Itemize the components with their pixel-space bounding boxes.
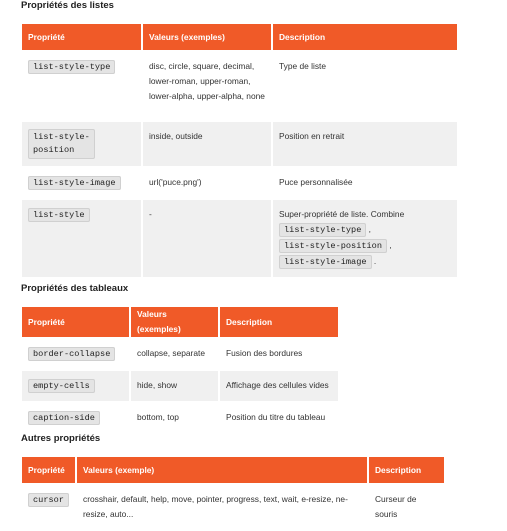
- table-row: list-style - Super-propriété de liste. C…: [22, 200, 457, 277]
- column-header-values: Valeurs (exemples): [131, 307, 218, 337]
- separator: ,: [387, 240, 392, 250]
- column-header-description: Description: [220, 307, 338, 337]
- column-header-values: Valeurs (exemples): [143, 24, 271, 50]
- property-cell: caption-side: [22, 403, 129, 433]
- tables-properties-table: Propriété Valeurs (exemples) Description…: [20, 305, 340, 435]
- column-header-description: Description: [273, 24, 457, 50]
- lists-properties-table: Propriété Valeurs (exemples) Description…: [20, 22, 459, 279]
- values-cell: crosshair, default, help, move, pointer,…: [77, 485, 367, 529]
- section-title-other: Autres propriétés: [21, 433, 101, 444]
- column-header-property: Propriété: [22, 24, 141, 50]
- table-row: list-style-image url('puce.png') Puce pe…: [22, 168, 457, 198]
- property-code: caption-side: [28, 411, 100, 425]
- values-cell: url('puce.png'): [143, 168, 271, 198]
- property-code: list-style-image: [279, 255, 372, 269]
- property-cell: cursor: [22, 485, 75, 529]
- property-code: cursor: [28, 493, 69, 507]
- values-cell: bottom, top: [131, 403, 218, 433]
- table-row: empty-cells hide, show Affichage des cel…: [22, 371, 338, 401]
- property-cell: list-style-image: [22, 168, 141, 198]
- column-header-property: Propriété: [22, 457, 75, 483]
- table-row: list-style-position inside, outside Posi…: [22, 122, 457, 166]
- column-header-values: Valeurs (exemple): [77, 457, 367, 483]
- column-header-property: Propriété: [22, 307, 129, 337]
- other-properties-table: Propriété Valeurs (exemple) Description …: [20, 455, 446, 531]
- section-title-tables: Propriétés des tableaux: [21, 283, 129, 294]
- table-row: caption-side bottom, top Position du tit…: [22, 403, 338, 433]
- table-header-row: Propriété Valeurs (exemples) Description: [22, 307, 338, 337]
- column-header-description: Description: [369, 457, 444, 483]
- table-row: cursor crosshair, default, help, move, p…: [22, 485, 444, 529]
- property-cell: empty-cells: [22, 371, 129, 401]
- values-cell: inside, outside: [143, 122, 271, 166]
- description-cell: Fusion des bordures: [220, 339, 338, 369]
- property-cell: list-style-type: [22, 52, 141, 120]
- property-code: border-collapse: [28, 347, 116, 361]
- property-code: list-style-position: [28, 129, 95, 159]
- property-cell: list-style-position: [22, 122, 141, 166]
- values-cell: hide, show: [131, 371, 218, 401]
- property-code: empty-cells: [28, 379, 95, 393]
- property-code: list-style-type: [279, 223, 367, 237]
- separator: ,: [366, 224, 372, 234]
- property-code: list-style: [28, 208, 90, 222]
- separator: .: [371, 256, 377, 266]
- table-row: border-collapse collapse, separate Fusio…: [22, 339, 338, 369]
- values-cell: collapse, separate: [131, 339, 218, 369]
- property-cell: list-style: [22, 200, 141, 277]
- values-cell: disc, circle, square, decimal, lower-rom…: [143, 52, 271, 120]
- description-cell: Position en retrait: [273, 122, 457, 166]
- table-row: list-style-type disc, circle, square, de…: [22, 52, 457, 120]
- property-code: list-style-image: [28, 176, 121, 190]
- table-header-row: Propriété Valeurs (exemple) Description: [22, 457, 444, 483]
- property-code: list-style-position: [279, 239, 387, 253]
- values-cell: -: [143, 200, 271, 277]
- description-cell: Type de liste: [273, 52, 457, 120]
- table-header-row: Propriété Valeurs (exemples) Description: [22, 24, 457, 50]
- description-cell: Curseur de souris: [369, 485, 444, 529]
- description-cell: Puce personnalisée: [273, 168, 457, 198]
- section-title-lists: Propriétés des listes: [21, 0, 114, 11]
- description-cell: Super-propriété de liste. Combine list-s…: [273, 200, 457, 277]
- property-code-line: position: [33, 145, 75, 155]
- description-cell: Affichage des cellules vides: [220, 371, 338, 401]
- description-cell: Position du titre du tableau: [220, 403, 338, 433]
- property-code: list-style-type: [28, 60, 116, 74]
- description-text: Super-propriété de liste. Combine: [279, 209, 405, 219]
- property-cell: border-collapse: [22, 339, 129, 369]
- property-code-line: list-style-: [33, 132, 90, 142]
